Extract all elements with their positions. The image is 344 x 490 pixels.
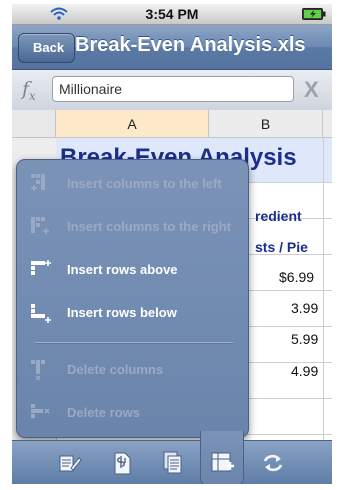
insert-tab-highlight (200, 431, 244, 484)
menu-item-insert-columns-right[interactable]: Insert columns to the right (17, 207, 248, 247)
page-title: Break-Even Analysis.xls (75, 34, 306, 56)
insert-column-left-icon (31, 174, 45, 191)
battery-icon (302, 8, 326, 20)
menu-item-delete-rows[interactable]: Delete rows (17, 393, 248, 433)
close-icon[interactable]: X (304, 77, 319, 103)
menu-item-insert-rows-above[interactable]: Insert rows above (17, 250, 248, 290)
column-header-a[interactable]: A (56, 110, 209, 138)
menu-item-label: Delete columns (67, 362, 164, 377)
insert-column-right-icon (31, 217, 49, 234)
insert-popover-menu: Insert columns to the left Insert column… (16, 159, 249, 438)
value-cell[interactable]: 4.99 (291, 363, 318, 379)
value-cell[interactable]: 5.99 (291, 331, 318, 347)
formula-input[interactable]: Millionaire (52, 76, 294, 102)
fx-symbol: f (22, 78, 30, 100)
menu-item-label: Delete rows (67, 405, 140, 420)
fx-subscript: x (29, 88, 36, 103)
menu-item-delete-columns[interactable]: Delete columns (17, 350, 248, 390)
header-cell-b-line2[interactable]: sts / Pie (255, 239, 308, 255)
currency-format-icon[interactable] (107, 448, 137, 478)
delete-row-icon (31, 404, 50, 418)
status-time: 3:54 PM (145, 6, 199, 22)
app-screen: 3:54 PM Back Break-Even Analysis.xls fx … (12, 4, 332, 484)
navigation-bar: Back Break-Even Analysis.xls (12, 25, 332, 70)
menu-item-insert-rows-below[interactable]: Insert rows below (17, 293, 248, 333)
formula-bar: fx Millionaire X (12, 70, 332, 111)
sheets-icon[interactable] (158, 448, 188, 478)
insert-icon[interactable] (207, 447, 237, 477)
bottom-toolbar (12, 431, 332, 484)
value-cell[interactable]: 3.99 (291, 300, 318, 316)
column-header-b[interactable]: B (209, 110, 323, 138)
header-cell-b-line1[interactable]: redient (255, 208, 302, 224)
value-cell[interactable]: $6.99 (279, 269, 314, 285)
select-all-corner[interactable] (12, 110, 56, 138)
menu-item-label: Insert columns to the right (67, 219, 231, 234)
edit-icon[interactable] (54, 448, 84, 478)
status-bar: 3:54 PM (12, 4, 332, 25)
menu-item-label: Insert rows above (67, 262, 178, 277)
refresh-icon[interactable] (258, 448, 288, 478)
insert-row-above-icon (31, 260, 51, 275)
back-button[interactable]: Back (18, 33, 76, 63)
menu-divider (35, 342, 233, 344)
function-icon[interactable]: fx (22, 78, 36, 103)
column-header-c[interactable] (323, 110, 332, 138)
column-divider (323, 138, 324, 447)
menu-item-label: Insert columns to the left (67, 176, 222, 191)
delete-column-icon (31, 360, 45, 381)
menu-item-label: Insert rows below (67, 305, 177, 320)
insert-row-below-icon (31, 304, 51, 323)
menu-item-insert-columns-left[interactable]: Insert columns to the left (17, 164, 248, 204)
